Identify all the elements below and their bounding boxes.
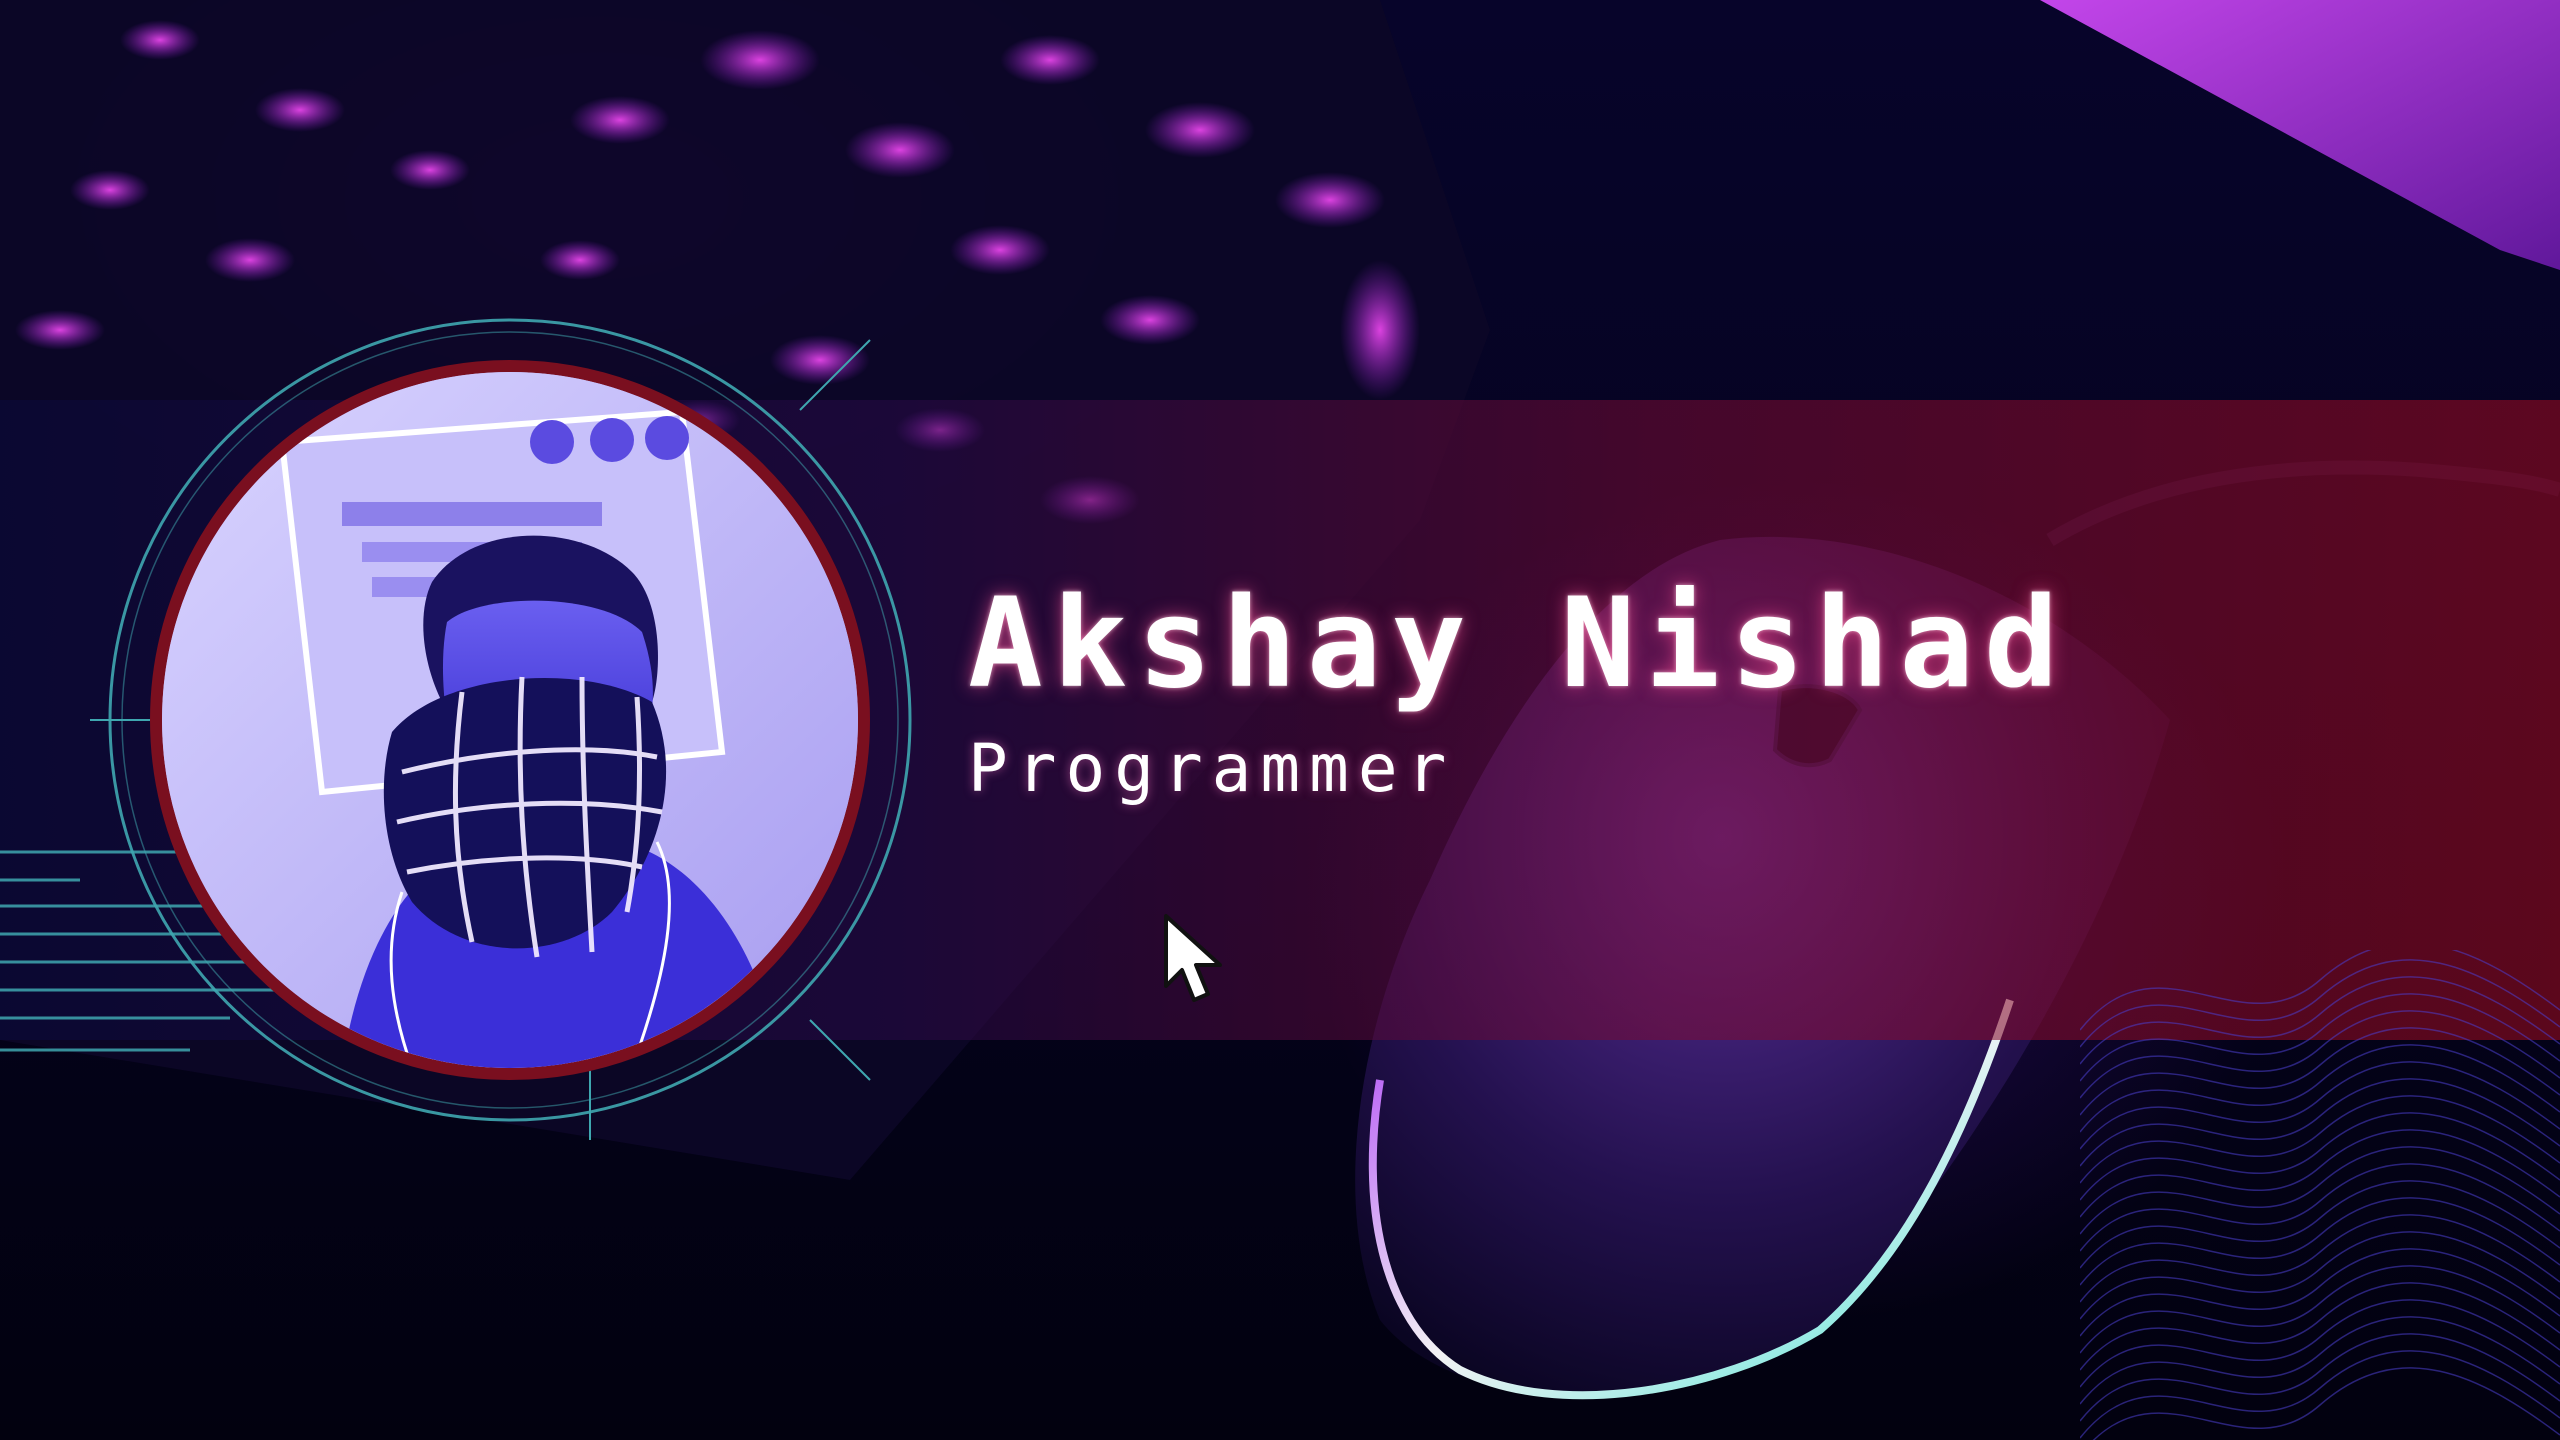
wave-line — [2080, 1061, 2560, 1150]
wave-line — [2080, 1197, 2560, 1286]
wave-line — [2080, 993, 2560, 1082]
wave-line — [2080, 1299, 2560, 1388]
wave-line — [2080, 959, 2560, 1048]
profile-avatar-group — [90, 318, 912, 1140]
wave-line — [2080, 1214, 2560, 1303]
wave-line — [2080, 1129, 2560, 1218]
wave-line — [2080, 1333, 2560, 1422]
avatar-illustration — [162, 372, 858, 1068]
wave-line — [2080, 1231, 2560, 1320]
wave-line — [2080, 1282, 2560, 1371]
wave-line — [2080, 1078, 2560, 1167]
wave-line — [2080, 950, 2560, 1031]
wave-line — [2080, 1044, 2560, 1133]
wave-line — [2080, 976, 2560, 1065]
wave-line — [2080, 1010, 2560, 1099]
wave-line — [2080, 1112, 2560, 1201]
wave-line — [2080, 1163, 2560, 1252]
wave-line — [2080, 1146, 2560, 1235]
wave-line — [2080, 1316, 2560, 1405]
decorative-wave-lines — [2080, 950, 2560, 1440]
banner-canvas: Akshay Nishad Programmer — [0, 0, 2560, 1440]
wave-line — [2080, 1265, 2560, 1354]
profile-name: Akshay Nishad — [968, 572, 2069, 716]
wave-line — [2080, 1350, 2560, 1439]
wave-line — [2080, 1027, 2560, 1116]
wave-line — [2080, 1095, 2560, 1184]
mousepad-glow — [2040, 0, 2560, 270]
pointer-cursor-icon — [1164, 914, 1222, 1002]
profile-role: Programmer — [968, 730, 1456, 807]
wave-line — [2080, 1248, 2560, 1337]
wave-line — [2080, 1180, 2560, 1269]
avatar — [150, 360, 870, 1080]
